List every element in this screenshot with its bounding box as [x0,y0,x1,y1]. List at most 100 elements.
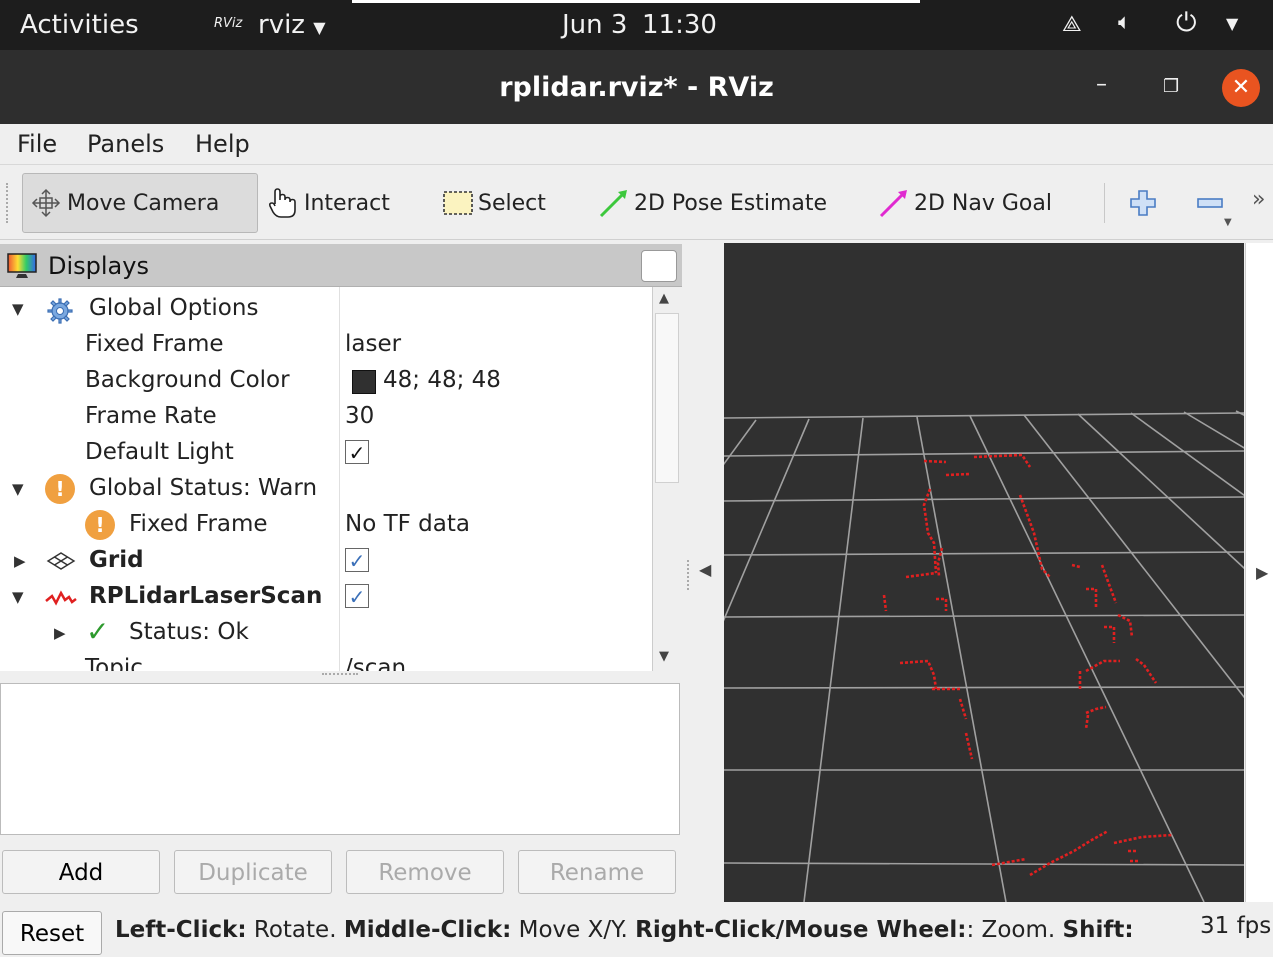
system-top-bar: Activities RViz rviz ▼ Jun 3 11:30 ⟁ 🔈︎ … [0,0,1273,50]
menu-panels[interactable]: Panels [87,130,164,158]
tree-row-fixed-frame[interactable]: Fixed Frame laser [0,327,652,363]
fixed-frame-warn-label: Fixed Frame [129,511,268,537]
move-camera-tool[interactable]: Move Camera [22,173,258,233]
tool-bar: Move Camera Interact Select 2D Pose Esti… [0,165,1273,240]
fixed-frame-value[interactable]: laser [345,331,401,357]
close-button[interactable]: ✕ [1222,69,1260,107]
select-tool[interactable]: Select [442,173,546,233]
collapse-arrow-icon[interactable]: ▶ [14,552,26,570]
panel-undock-button[interactable] [641,250,677,282]
expand-right-arrow-icon[interactable]: ▶ [1256,563,1268,582]
default-light-checkbox[interactable]: ✓ [345,440,369,465]
status-ok-label: Status: Ok [129,619,249,645]
frame-rate-value[interactable]: 30 [345,403,374,429]
column-divider[interactable] [339,287,340,671]
green-arrow-icon [599,190,627,218]
scroll-up-icon[interactable]: ▲ [659,291,669,306]
scrollbar-thumb[interactable] [655,313,679,483]
close-icon: ✕ [1231,75,1251,100]
hint-left-click-action: Rotate. [246,917,344,943]
laser-scan-points [882,453,1173,877]
network-icon[interactable]: ⟁ [1062,12,1082,37]
color-swatch[interactable] [352,370,376,394]
panel-splitter-grip[interactable] [687,560,693,590]
remove-display-button[interactable]: Remove [346,850,504,894]
laser-scan-checkbox[interactable]: ✓ [345,584,369,609]
tree-row-frame-rate[interactable]: Frame Rate 30 [0,399,652,435]
topic-value[interactable]: /scan [345,655,406,671]
tree-row-background-color[interactable]: Background Color 48; 48; 48 [0,363,652,399]
toolbar-grip[interactable] [6,183,12,223]
menu-file[interactable]: File [17,130,57,158]
collapse-arrow-icon[interactable]: ▶ [54,624,66,642]
rviz-app-icon: RViz [214,16,243,31]
hint-right-click-key: Right-Click/Mouse Wheel: [635,917,967,943]
volume-icon[interactable]: 🔈︎ [1118,10,1131,35]
displays-panel-header: Displays [0,244,682,287]
background-color-label: Background Color [85,367,290,393]
warning-icon: ! [45,474,75,504]
hint-middle-click-key: Middle-Click: [343,917,512,943]
maximize-button[interactable]: ❐ [1163,76,1179,97]
tree-row-global-status[interactable]: ▼ ! Global Status: Warn [0,471,652,507]
tree-row-global-options[interactable]: ▼ Global Options [0,291,652,327]
toolbar-overflow[interactable]: » [1252,187,1265,212]
render-canvas[interactable] [203,243,1273,903]
clock-label[interactable]: 11:30 [642,10,717,40]
expand-arrow-icon[interactable]: ▼ [12,588,24,606]
global-options-label: Global Options [89,295,259,321]
duplicate-display-button[interactable]: Duplicate [174,850,332,894]
hand-pointer-icon [268,188,296,218]
tree-row-laser-scan[interactable]: ▼ RPLidarLaserScan ✓ [0,579,652,615]
add-tool-button[interactable] [1128,173,1158,233]
laser-scan-icon [45,590,77,606]
expand-arrow-icon[interactable]: ▼ [12,300,24,318]
activities-button[interactable]: Activities [20,10,139,40]
grid-checkbox[interactable]: ✓ [345,548,369,573]
menu-help[interactable]: Help [195,130,250,158]
tree-row-default-light[interactable]: Default Light ✓ [0,435,652,471]
topic-label: Topic [85,655,143,671]
grid-icon [46,552,76,570]
pose-estimate-tool[interactable]: 2D Pose Estimate [598,173,827,233]
tool-dropdown-icon[interactable]: ▼ [1224,217,1232,228]
reset-button[interactable]: Reset [2,911,102,955]
window-title: rplidar.rviz* - RViz [499,72,774,103]
remove-tool-button[interactable] [1195,173,1225,233]
tree-row-topic[interactable]: Topic /scan [0,651,652,671]
plus-icon [1130,190,1156,216]
fixed-frame-label: Fixed Frame [85,331,224,357]
power-icon[interactable]: ⏻ [1176,8,1197,39]
tree-row-status-ok[interactable]: ▶ ✓ Status: Ok [0,615,652,651]
minimize-button[interactable]: – [1096,72,1107,97]
date-label[interactable]: Jun 3 [562,10,627,40]
window-title-bar: rplidar.rviz* - RViz – ❐ ✕ [0,50,1273,124]
interact-label: Interact [304,190,390,216]
warning-icon: ! [85,510,115,540]
nav-goal-tool[interactable]: 2D Nav Goal [878,173,1052,233]
add-display-button[interactable]: Add [2,850,160,894]
menu-bar: File Panels Help [0,124,1273,165]
background-color-value[interactable]: 48; 48; 48 [383,367,501,393]
views-panel-collapsed[interactable]: ▶ [1245,243,1273,902]
expand-arrow-icon[interactable]: ▼ [12,480,24,498]
render-3d-view[interactable] [203,243,1273,903]
app-menu-button[interactable]: rviz ▼ [258,10,326,40]
fixed-frame-warn-value: No TF data [345,511,470,537]
move-camera-icon [31,188,61,218]
system-menu-chevron-icon[interactable]: ▼ [1226,14,1238,33]
rename-display-button[interactable]: Rename [518,850,676,894]
collapse-left-arrow-icon[interactable]: ◀ [699,560,711,579]
default-light-label: Default Light [85,439,234,465]
scroll-down-icon[interactable]: ▼ [659,649,669,664]
minus-icon [1197,198,1223,208]
tree-row-grid[interactable]: ▶ Grid ✓ [0,543,652,579]
tree-scrollbar[interactable]: ▲ ▼ [652,287,681,671]
interact-tool[interactable]: Interact [266,173,390,233]
displays-tree: ▼ Global Options Fixed Frame laser Backg… [0,287,652,671]
grid-label: Grid [89,547,144,573]
splitter-handle[interactable] [322,673,358,681]
pose-estimate-label: 2D Pose Estimate [634,190,828,216]
global-status-label: Global Status: Warn [89,475,318,501]
tree-row-fixed-frame-warn[interactable]: ! Fixed Frame No TF data [0,507,652,543]
